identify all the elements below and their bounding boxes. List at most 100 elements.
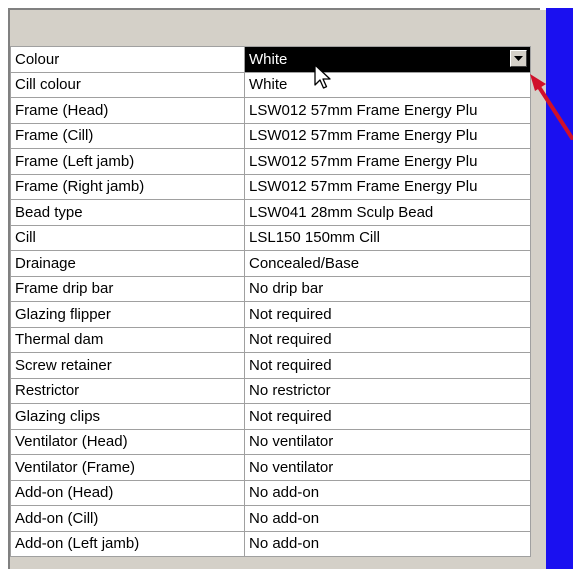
property-value-text: White — [249, 50, 288, 68]
property-row[interactable]: Restrictor No restrictor — [10, 377, 531, 404]
property-label: Frame (Cill) — [10, 122, 245, 149]
property-grid: Colour White Cill colour White Frame (Head) L… — [10, 46, 531, 557]
property-value-container: No add-on — [249, 532, 530, 556]
property-row[interactable]: Bead type LSW041 28mm Sculp Bead — [10, 199, 531, 226]
property-value[interactable]: Concealed/Base — [244, 250, 531, 277]
property-value[interactable]: No restrictor — [244, 377, 531, 404]
property-row[interactable]: Cill colour White — [10, 71, 531, 98]
property-label: Add-on (Left jamb) — [10, 530, 245, 557]
property-value-text: No restrictor — [249, 382, 331, 400]
property-value-container: White — [249, 47, 530, 71]
property-value-text: No ventilator — [249, 458, 334, 476]
property-value[interactable]: White — [244, 71, 531, 98]
property-value[interactable]: Not required — [244, 301, 531, 328]
property-value[interactable]: No ventilator — [244, 454, 531, 481]
property-value-container: Not required — [249, 302, 530, 326]
property-label: Bead type — [10, 199, 245, 226]
property-value-text: No add-on — [249, 484, 320, 502]
property-value-container: LSW012 57mm Frame Energy Plu — [249, 149, 530, 173]
property-value[interactable]: LSW012 57mm Frame Energy Plu — [244, 173, 531, 200]
property-row[interactable]: Add-on (Cill) No add-on — [10, 505, 531, 532]
property-value[interactable]: LSL150 150mm Cill — [244, 224, 531, 251]
property-value-text: Not required — [249, 331, 332, 349]
property-value-container: Not required — [249, 353, 530, 377]
property-label: Restrictor — [10, 377, 245, 404]
property-value-text: No ventilator — [249, 433, 334, 451]
property-value-container: No add-on — [249, 481, 530, 505]
property-grid-window: Colour White Cill colour White Frame (Head) L… — [0, 0, 573, 569]
property-row[interactable]: Cill LSL150 150mm Cill — [10, 224, 531, 251]
property-row[interactable]: Ventilator (Head) No ventilator — [10, 428, 531, 455]
property-value-text: LSW012 57mm Frame Energy Plu — [249, 152, 478, 170]
property-value-container: No restrictor — [249, 379, 530, 403]
property-label: Cill colour — [10, 71, 245, 98]
property-row[interactable]: Frame drip bar No drip bar — [10, 275, 531, 302]
property-value-text: No add-on — [249, 509, 320, 527]
property-value-container: Not required — [249, 328, 530, 352]
property-value[interactable]: LSW012 57mm Frame Energy Plu — [244, 148, 531, 175]
property-row[interactable]: Frame (Head) LSW012 57mm Frame Energy Plu — [10, 97, 531, 124]
property-row[interactable]: Screw retainer Not required — [10, 352, 531, 379]
property-label: Glazing clips — [10, 403, 245, 430]
property-row[interactable]: Frame (Right jamb) LSW012 57mm Frame Ener… — [10, 173, 531, 200]
red-arrow-icon — [530, 74, 573, 140]
property-label: Screw retainer — [10, 352, 245, 379]
property-row[interactable]: Colour White — [10, 46, 531, 73]
property-row[interactable]: Thermal dam Not required — [10, 326, 531, 353]
property-value[interactable]: LSW041 28mm Sculp Bead — [244, 199, 531, 226]
chevron-down-icon — [514, 56, 523, 61]
property-value[interactable]: No add-on — [244, 530, 531, 557]
property-label: Glazing flipper — [10, 301, 245, 328]
property-value-text: Concealed/Base — [249, 254, 360, 272]
property-value-text: Not required — [249, 305, 332, 323]
property-row[interactable]: Add-on (Head) No add-on — [10, 479, 531, 506]
property-label: Add-on (Cill) — [10, 505, 245, 532]
property-value-container: LSL150 150mm Cill — [249, 226, 530, 250]
property-value-text: No drip bar — [249, 280, 324, 298]
property-value-container: LSW012 57mm Frame Energy Plu — [249, 175, 530, 199]
property-value[interactable]: No add-on — [244, 505, 531, 532]
property-value-container: No ventilator — [249, 430, 530, 454]
property-value-text: LSW041 28mm Sculp Bead — [249, 203, 434, 221]
property-value-text: LSW012 57mm Frame Energy Plu — [249, 178, 478, 196]
property-value-container: Not required — [249, 404, 530, 428]
property-label: Frame (Right jamb) — [10, 173, 245, 200]
property-value[interactable]: No ventilator — [244, 428, 531, 455]
property-value-container: LSW012 57mm Frame Energy Plu — [249, 124, 530, 148]
property-row[interactable]: Glazing clips Not required — [10, 403, 531, 430]
property-value-container: No ventilator — [249, 455, 530, 479]
dropdown-button[interactable] — [510, 50, 527, 67]
property-value[interactable]: No add-on — [244, 479, 531, 506]
property-label: Frame (Left jamb) — [10, 148, 245, 175]
mouse-pointer-icon — [314, 64, 331, 89]
property-value-text: No add-on — [249, 535, 320, 553]
property-label: Drainage — [10, 250, 245, 277]
property-value-dropdown[interactable]: White — [244, 46, 531, 73]
property-value-text: Not required — [249, 356, 332, 374]
property-row[interactable]: Frame (Left jamb) LSW012 57mm Frame Energ… — [10, 148, 531, 175]
property-row[interactable]: Glazing flipper Not required — [10, 301, 531, 328]
property-value[interactable]: No drip bar — [244, 275, 531, 302]
property-value-container: LSW041 28mm Sculp Bead — [249, 200, 530, 224]
property-value[interactable]: Not required — [244, 352, 531, 379]
property-row[interactable]: Ventilator (Frame) No ventilator — [10, 454, 531, 481]
property-label: Frame drip bar — [10, 275, 245, 302]
property-value-container: No drip bar — [249, 277, 530, 301]
property-value[interactable]: Not required — [244, 326, 531, 353]
property-value[interactable]: Not required — [244, 403, 531, 430]
property-value-text: Not required — [249, 407, 332, 425]
property-row[interactable]: Drainage Concealed/Base — [10, 250, 531, 277]
property-label: Colour — [10, 46, 245, 73]
property-row[interactable]: Add-on (Left jamb) No add-on — [10, 530, 531, 557]
property-value[interactable]: LSW012 57mm Frame Energy Plu — [244, 97, 531, 124]
property-value-text: LSL150 150mm Cill — [249, 229, 380, 247]
property-label: Add-on (Head) — [10, 479, 245, 506]
property-value-container: Concealed/Base — [249, 251, 530, 275]
property-value-text: LSW012 57mm Frame Energy Plu — [249, 101, 478, 119]
property-label: Ventilator (Head) — [10, 428, 245, 455]
property-value-container: LSW012 57mm Frame Energy Plu — [249, 98, 530, 122]
property-value[interactable]: LSW012 57mm Frame Energy Plu — [244, 122, 531, 149]
property-value-container: No add-on — [249, 506, 530, 530]
property-row[interactable]: Frame (Cill) LSW012 57mm Frame Energy Plu — [10, 122, 531, 149]
property-label: Cill — [10, 224, 245, 251]
